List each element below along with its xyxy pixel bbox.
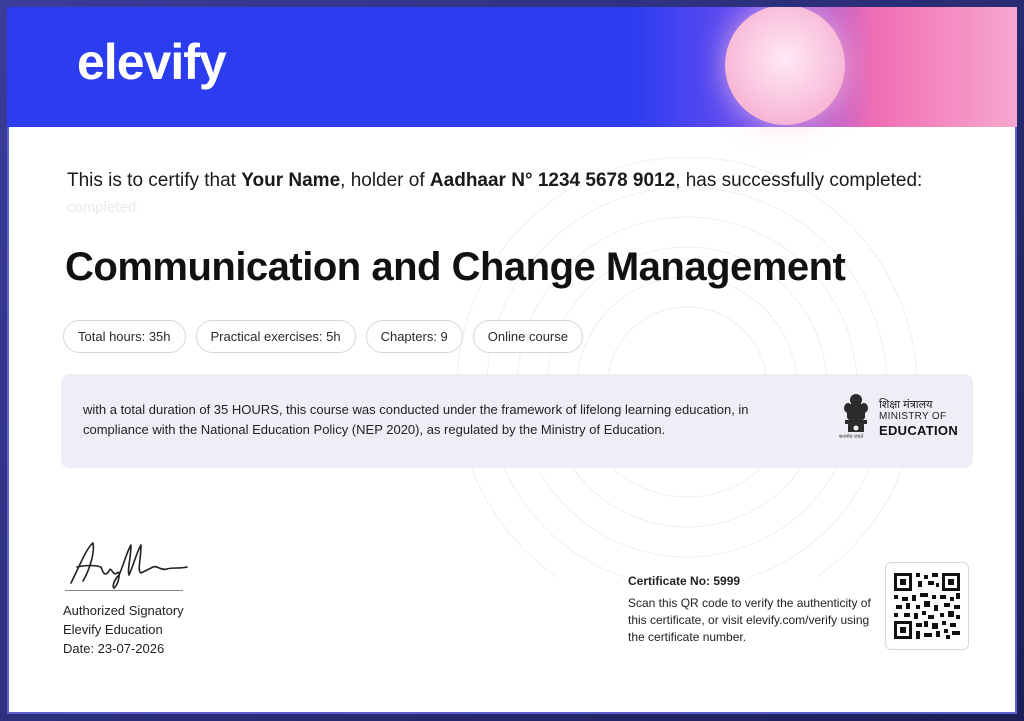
verification-block: Certificate No: 5999 Scan this QR code t… (628, 573, 888, 646)
ministry-hindi: शिक्षा मंत्रालय (879, 399, 933, 411)
certify-statement: This is to certify that Your Name, holde… (67, 170, 922, 192)
decorative-orb (725, 7, 845, 125)
ministry-line1: MINISTRY OF (879, 411, 947, 422)
certificate: elevify This is to certify that Your Nam… (7, 7, 1017, 714)
certify-middle: , holder of (340, 170, 430, 191)
certify-prefix: This is to certify that (67, 170, 242, 191)
watermark-pattern (456, 157, 918, 577)
ghost-text: completed: (67, 199, 141, 216)
certificate-number: Certificate No: 5999 (628, 574, 741, 588)
signature-line (65, 590, 183, 591)
course-title: Communication and Change Management (65, 245, 846, 289)
elevify-logo: elevify (77, 34, 227, 90)
signatory-block: Authorized Signatory Elevify Education D… (63, 601, 184, 658)
chip-online-course: Online course (472, 320, 583, 353)
ministry-logo: सत्यमेव जयते शिक्षा मंत्रालय MINISTRY OF… (839, 390, 959, 450)
ministry-line2: EDUCATION (879, 423, 959, 438)
chip-practical-exercises: Practical exercises: 5h (195, 320, 356, 353)
certify-suffix: , has successfully completed: (675, 170, 923, 191)
certificate-header: elevify (7, 7, 1017, 127)
qr-code-box[interactable] (885, 562, 969, 650)
emblem-caption: सत्यमेव जयते (839, 434, 864, 440)
signatory-organization: Elevify Education (63, 622, 163, 637)
compliance-panel: with a total duration of 35 HOURS, this … (61, 374, 973, 468)
signatory-role: Authorized Signatory (63, 603, 184, 618)
compliance-description: with a total duration of 35 HOURS, this … (83, 402, 749, 437)
handwritten-signature (70, 542, 188, 589)
aadhaar-number: Aadhaar N° 1234 5678 9012 (429, 170, 676, 191)
issue-date: Date: 23-07-2026 (63, 641, 165, 656)
course-stats: Total hours: 35h Practical exercises: 5h… (63, 320, 583, 353)
recipient-name: Your Name (241, 170, 341, 191)
qr-code-icon (894, 573, 960, 639)
chip-total-hours: Total hours: 35h (63, 320, 186, 353)
verification-instructions: Scan this QR code to verify the authenti… (628, 596, 871, 644)
chip-chapters: Chapters: 9 (365, 320, 463, 353)
